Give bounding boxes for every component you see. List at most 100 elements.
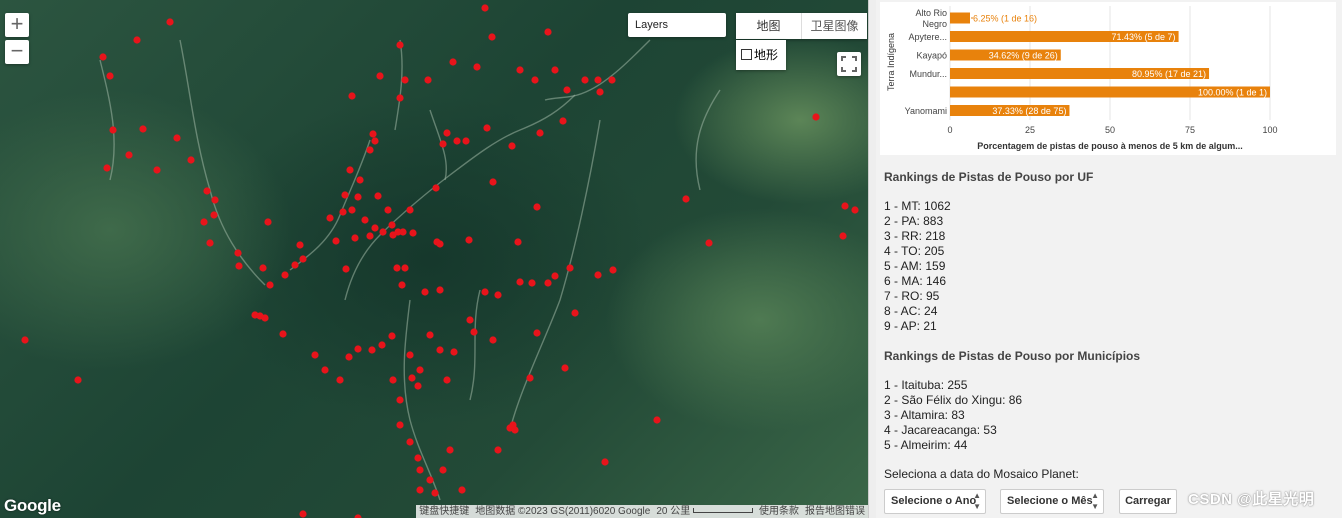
airstrip-marker[interactable] [200, 218, 208, 226]
airstrip-marker[interactable] [705, 239, 713, 247]
checkbox-icon[interactable] [741, 49, 752, 60]
airstrip-marker[interactable] [544, 279, 552, 287]
airstrip-marker[interactable] [465, 236, 473, 244]
airstrip-marker[interactable] [841, 202, 849, 210]
airstrip-marker[interactable] [388, 332, 396, 340]
terms-link[interactable]: 使用条款 [759, 505, 799, 518]
airstrip-marker[interactable] [426, 331, 434, 339]
satellite-map[interactable]: + − Layers 地图 卫星图像 地形 Google 键盘快捷键 地图数据 … [0, 0, 868, 518]
fullscreen-button[interactable] [837, 52, 861, 76]
airstrip-marker[interactable] [99, 53, 107, 61]
airstrip-marker[interactable] [489, 178, 497, 186]
airstrip-marker[interactable] [516, 278, 524, 286]
airstrip-marker[interactable] [203, 187, 211, 195]
airstrip-marker[interactable] [536, 129, 544, 137]
airstrip-marker[interactable] [311, 351, 319, 359]
airstrip-marker[interactable] [342, 265, 350, 273]
airstrip-marker[interactable] [450, 348, 458, 356]
airstrip-marker[interactable] [416, 486, 424, 494]
airstrip-marker[interactable] [453, 137, 461, 145]
airstrip-marker[interactable] [153, 166, 161, 174]
airstrip-marker[interactable] [321, 366, 329, 374]
airstrip-marker[interactable] [566, 264, 574, 272]
airstrip-marker[interactable] [399, 228, 407, 236]
airstrip-marker[interactable] [436, 240, 444, 248]
airstrip-marker[interactable] [210, 211, 218, 219]
airstrip-marker[interactable] [494, 446, 502, 454]
airstrip-marker[interactable] [393, 264, 401, 272]
airstrip-marker[interactable] [516, 66, 524, 74]
airstrip-marker[interactable] [366, 232, 374, 240]
airstrip-marker[interactable] [384, 206, 392, 214]
airstrip-marker[interactable] [374, 192, 382, 200]
airstrip-marker[interactable] [21, 336, 29, 344]
airstrip-marker[interactable] [414, 454, 422, 462]
airstrip-marker[interactable] [426, 476, 434, 484]
airstrip-marker[interactable] [653, 416, 661, 424]
airstrip-marker[interactable] [449, 58, 457, 66]
keyboard-shortcuts-link[interactable]: 键盘快捷键 [419, 505, 469, 518]
airstrip-marker[interactable] [396, 41, 404, 49]
airstrip-marker[interactable] [388, 221, 396, 229]
airstrip-marker[interactable] [281, 271, 289, 279]
airstrip-marker[interactable] [531, 76, 539, 84]
airstrip-marker[interactable] [396, 396, 404, 404]
airstrip-marker[interactable] [173, 134, 181, 142]
airstrip-marker[interactable] [369, 130, 377, 138]
airstrip-marker[interactable] [608, 76, 616, 84]
airstrip-marker[interactable] [133, 36, 141, 44]
airstrip-marker[interactable] [336, 376, 344, 384]
report-error-link[interactable]: 报告地图错误 [805, 505, 865, 518]
airstrip-marker[interactable] [408, 374, 416, 382]
airstrip-marker[interactable] [481, 288, 489, 296]
year-select[interactable]: Selecione o Ano ▲ ▼ [884, 489, 986, 514]
airstrip-marker[interactable] [551, 66, 559, 74]
airstrip-marker[interactable] [466, 316, 474, 324]
airstrip-marker[interactable] [401, 76, 409, 84]
airstrip-marker[interactable] [401, 264, 409, 272]
airstrip-marker[interactable] [279, 330, 287, 338]
airstrip-marker[interactable] [561, 364, 569, 372]
airstrip-marker[interactable] [432, 184, 440, 192]
airstrip-marker[interactable] [368, 346, 376, 354]
airstrip-marker[interactable] [473, 63, 481, 71]
airstrip-marker[interactable] [436, 286, 444, 294]
airstrip-marker[interactable] [483, 124, 491, 132]
airstrip-marker[interactable] [489, 336, 497, 344]
airstrip-marker[interactable] [851, 206, 859, 214]
airstrip-marker[interactable] [378, 341, 386, 349]
airstrip-marker[interactable] [332, 237, 340, 245]
airstrip-marker[interactable] [509, 421, 517, 429]
airstrip-marker[interactable] [443, 376, 451, 384]
airstrip-marker[interactable] [351, 234, 359, 242]
airstrip-marker[interactable] [346, 166, 354, 174]
airstrip-marker[interactable] [594, 76, 602, 84]
airstrip-marker[interactable] [431, 489, 439, 497]
airstrip-marker[interactable] [839, 232, 847, 240]
airstrip-marker[interactable] [526, 374, 534, 382]
airstrip-marker[interactable] [366, 146, 374, 154]
layers-control[interactable]: Layers [628, 13, 726, 37]
airstrip-marker[interactable] [559, 117, 567, 125]
airstrip-marker[interactable] [379, 228, 387, 236]
airstrip-marker[interactable] [682, 195, 690, 203]
airstrip-marker[interactable] [125, 151, 133, 159]
airstrip-marker[interactable] [299, 255, 307, 263]
airstrip-marker[interactable] [494, 291, 502, 299]
terrain-checkbox[interactable]: 地形 [736, 40, 786, 70]
airstrip-marker[interactable] [436, 346, 444, 354]
airstrip-marker[interactable] [470, 328, 478, 336]
airstrip-marker[interactable] [234, 249, 242, 257]
airstrip-marker[interactable] [264, 218, 272, 226]
airstrip-marker[interactable] [439, 466, 447, 474]
airstrip-marker[interactable] [389, 376, 397, 384]
airstrip-marker[interactable] [341, 191, 349, 199]
airstrip-marker[interactable] [211, 196, 219, 204]
airstrip-marker[interactable] [458, 486, 466, 494]
airstrip-marker[interactable] [348, 206, 356, 214]
airstrip-marker[interactable] [398, 281, 406, 289]
airstrip-marker[interactable] [596, 88, 604, 96]
airstrip-marker[interactable] [109, 126, 117, 134]
airstrip-marker[interactable] [406, 206, 414, 214]
airstrip-marker[interactable] [416, 366, 424, 374]
